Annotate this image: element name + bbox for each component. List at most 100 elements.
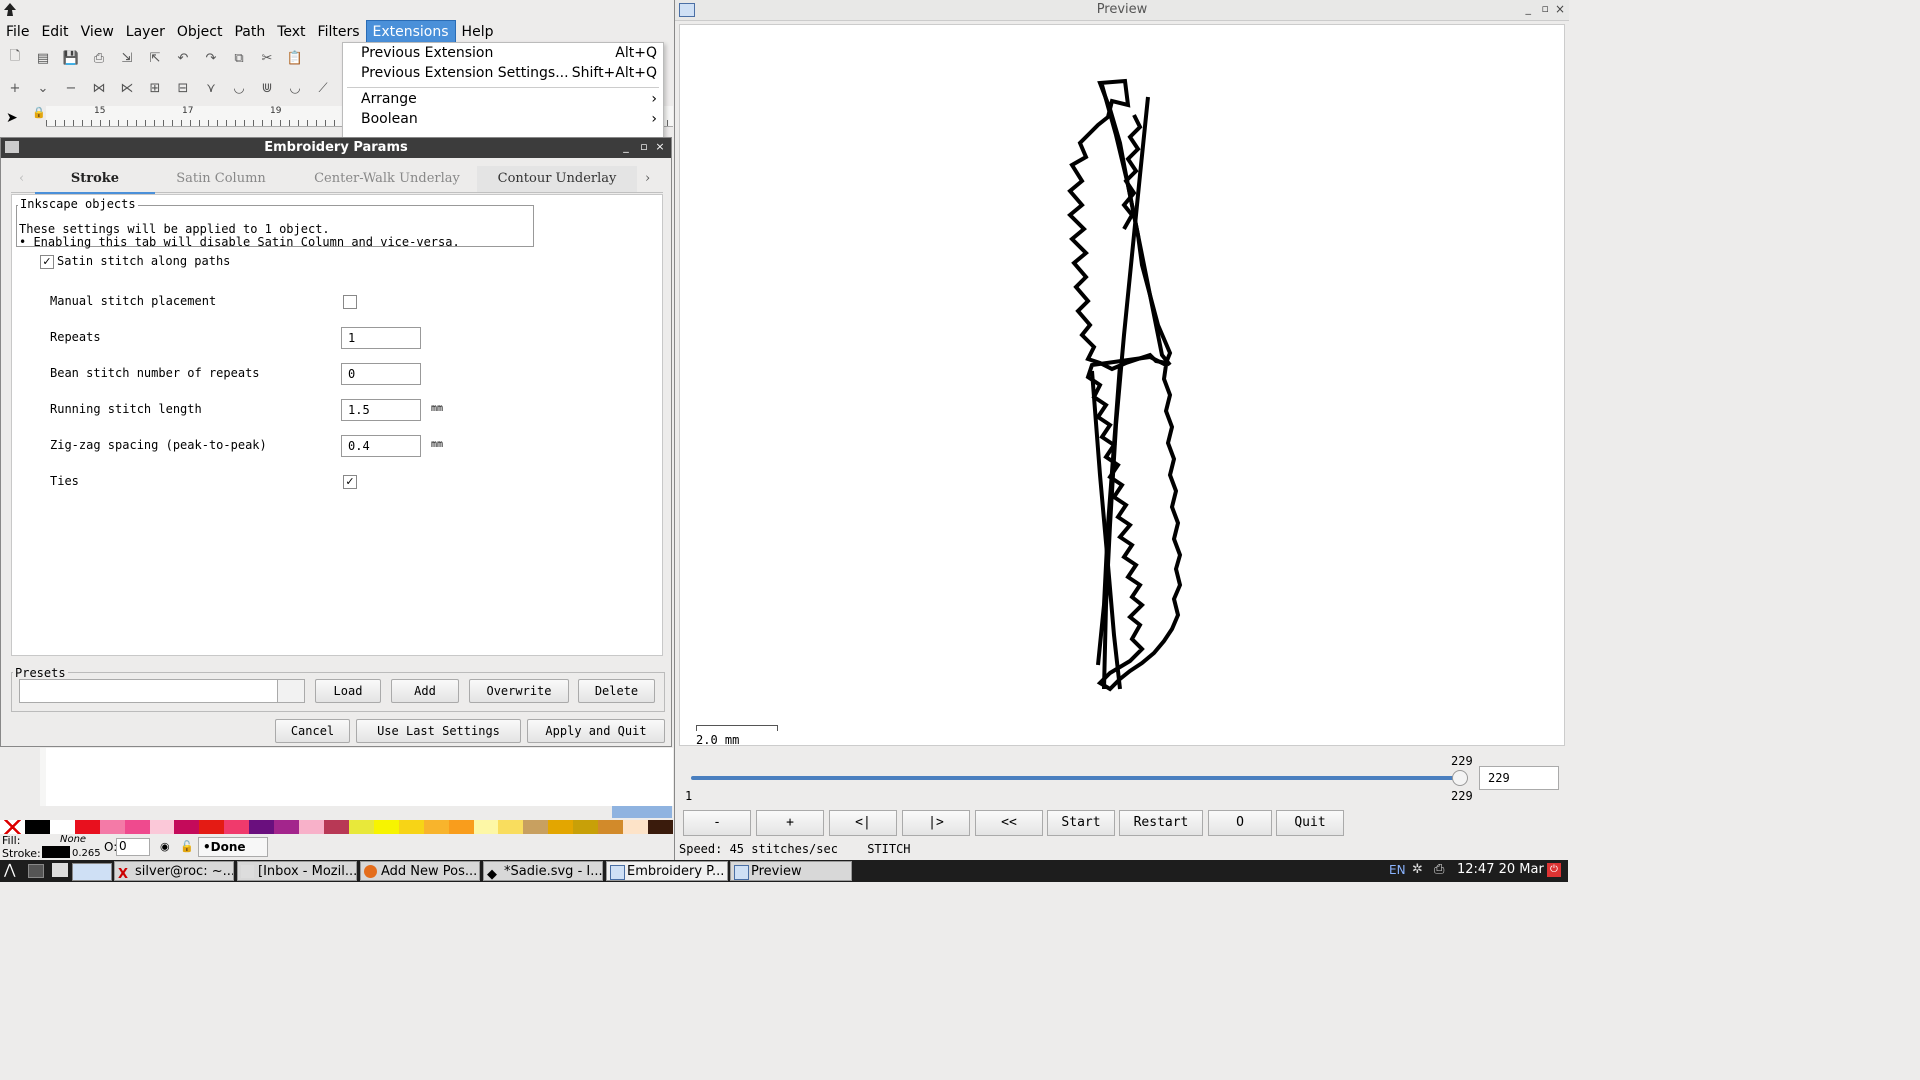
task-preview[interactable]: Preview bbox=[730, 861, 852, 881]
break-path-icon[interactable]: ⋉ bbox=[116, 77, 138, 99]
palette-swatch[interactable] bbox=[373, 820, 399, 834]
import-icon[interactable]: ⇲ bbox=[116, 47, 138, 69]
menu-object[interactable]: Object bbox=[171, 21, 229, 43]
lock-icon[interactable]: 🔒 bbox=[32, 106, 46, 119]
minimize-icon[interactable]: _ bbox=[619, 140, 633, 154]
task-thunderbird[interactable]: [Inbox - Mozil... bbox=[237, 861, 357, 881]
menu-extensions[interactable]: Extensions bbox=[365, 20, 456, 44]
network-icon[interactable]: ✲ bbox=[1412, 862, 1423, 877]
delete-preset-button[interactable]: Delete bbox=[578, 679, 655, 703]
redo-icon[interactable]: ↷ bbox=[200, 47, 222, 69]
symmetric-node-icon[interactable]: ⋓ bbox=[256, 77, 278, 99]
palette-swatch[interactable] bbox=[174, 820, 200, 834]
palette-swatch[interactable] bbox=[199, 820, 225, 834]
delete-node-icon[interactable]: − bbox=[60, 77, 82, 99]
palette-swatch[interactable] bbox=[299, 820, 324, 834]
export-icon[interactable]: ⇱ bbox=[144, 47, 166, 69]
no-paint-swatch[interactable] bbox=[0, 820, 25, 834]
palette-swatch[interactable] bbox=[348, 820, 374, 834]
palette-swatch[interactable] bbox=[647, 820, 673, 834]
lock-icon[interactable]: 🔓 bbox=[180, 840, 194, 853]
palette-swatch[interactable] bbox=[149, 820, 175, 834]
running-stitch-length-input[interactable]: 1.5 bbox=[341, 399, 421, 421]
palette-swatch[interactable] bbox=[423, 820, 449, 834]
tab-stroke[interactable]: Stroke bbox=[35, 166, 155, 194]
bean-stitch-input[interactable]: 0 bbox=[341, 363, 421, 385]
step-back-button[interactable]: <| bbox=[829, 810, 897, 836]
chevron-down-icon[interactable]: ⌄ bbox=[32, 77, 54, 99]
new-document-icon[interactable]: 🗋 bbox=[4, 47, 26, 69]
line-segment-icon[interactable]: ⟋ bbox=[312, 77, 334, 99]
step-forward-button[interactable]: |> bbox=[902, 810, 970, 836]
file-manager-launcher-icon[interactable] bbox=[52, 863, 68, 877]
restart-button[interactable]: Restart bbox=[1119, 810, 1203, 836]
paste-icon[interactable]: 📋 bbox=[284, 47, 306, 69]
cancel-button[interactable]: Cancel bbox=[275, 719, 350, 743]
maximize-icon[interactable]: ▫ bbox=[1542, 2, 1549, 15]
palette-swatch[interactable] bbox=[398, 820, 424, 834]
join-nodes-icon[interactable]: ⋈ bbox=[88, 77, 110, 99]
palette-swatch[interactable] bbox=[249, 820, 275, 834]
palette-swatch[interactable] bbox=[49, 820, 75, 834]
slower-button[interactable]: - bbox=[683, 810, 751, 836]
palette-swatch[interactable] bbox=[274, 820, 300, 834]
save-icon[interactable]: 💾 bbox=[60, 47, 82, 69]
add-preset-button[interactable]: Add bbox=[391, 679, 459, 703]
menu-filters[interactable]: Filters bbox=[312, 21, 366, 43]
ties-checkbox[interactable]: ✓ bbox=[343, 475, 357, 489]
menu-layer[interactable]: Layer bbox=[120, 21, 171, 43]
enable-tab-checkbox[interactable]: ✓ bbox=[40, 255, 54, 269]
scrollbar-thumb[interactable] bbox=[612, 806, 672, 818]
selector-tool-icon[interactable]: ➤ bbox=[6, 110, 18, 126]
stroke-swatch[interactable] bbox=[42, 846, 70, 858]
palette-swatch[interactable] bbox=[74, 820, 100, 834]
maximize-icon[interactable]: ▫ bbox=[637, 140, 651, 154]
smooth-node-icon[interactable]: ◡ bbox=[228, 77, 250, 99]
palette-swatch[interactable] bbox=[473, 820, 499, 834]
delete-segment-icon[interactable]: ⊟ bbox=[172, 77, 194, 99]
menu-help[interactable]: Help bbox=[456, 21, 500, 43]
cut-icon[interactable]: ✂ bbox=[256, 47, 278, 69]
stitch-preview-canvas[interactable]: 2.0 mm bbox=[679, 24, 1565, 747]
open-icon[interactable]: ▤ bbox=[32, 47, 54, 69]
palette-swatch[interactable] bbox=[448, 820, 474, 834]
palette-swatch[interactable] bbox=[573, 820, 599, 834]
palette-swatch[interactable] bbox=[598, 820, 624, 834]
start-button[interactable]: Start bbox=[1047, 810, 1115, 836]
minimize-icon[interactable]: _ bbox=[1526, 2, 1532, 15]
add-node-icon[interactable]: + bbox=[4, 77, 26, 99]
auto-smooth-node-icon[interactable]: ◡ bbox=[284, 77, 306, 99]
menu-view[interactable]: View bbox=[75, 21, 120, 43]
dialog-titlebar[interactable]: Embroidery Params _ ▫ × bbox=[1, 138, 671, 158]
zigzag-spacing-input[interactable]: 0.4 bbox=[341, 435, 421, 457]
palette-swatch[interactable] bbox=[99, 820, 125, 834]
menu-file[interactable]: File bbox=[0, 21, 35, 43]
preview-titlebar[interactable]: Preview _ ▫ × bbox=[675, 0, 1569, 21]
tab-satin-column[interactable]: Satin Column bbox=[161, 166, 281, 192]
tab-scroll-right-icon[interactable]: › bbox=[645, 166, 650, 192]
cusp-node-icon[interactable]: ⋎ bbox=[200, 77, 222, 99]
chevron-down-icon[interactable] bbox=[277, 680, 304, 702]
palette-swatch[interactable] bbox=[323, 820, 349, 834]
faster-button[interactable]: + bbox=[756, 810, 824, 836]
undo-icon[interactable]: ↶ bbox=[172, 47, 194, 69]
quit-button[interactable]: Quit bbox=[1276, 810, 1344, 836]
stitch-number-input[interactable]: 229 bbox=[1479, 766, 1559, 790]
opacity-spinner[interactable]: 0 bbox=[116, 838, 150, 856]
load-preset-button[interactable]: Load bbox=[315, 679, 381, 703]
layer-selector[interactable]: •Done bbox=[198, 837, 268, 857]
task-inkscape[interactable]: ◆ *Sadie.svg - I... bbox=[483, 861, 603, 881]
task-firefox[interactable]: Add New Pos... bbox=[360, 861, 480, 881]
drawing-canvas[interactable] bbox=[46, 748, 673, 806]
menu-item-arrange[interactable]: Arrange › bbox=[343, 91, 663, 111]
menu-edit[interactable]: Edit bbox=[35, 21, 74, 43]
npp-toggle-button[interactable]: O bbox=[1208, 810, 1272, 836]
menu-item-boolean[interactable]: Boolean › bbox=[343, 111, 663, 131]
power-icon[interactable]: ⏻ bbox=[1547, 863, 1561, 877]
palette-swatch[interactable] bbox=[523, 820, 549, 834]
clock[interactable]: 12:47 20 Mar bbox=[1457, 862, 1544, 877]
eye-icon[interactable]: ◉ bbox=[160, 840, 170, 853]
palette-swatch[interactable] bbox=[498, 820, 524, 834]
palette-swatch[interactable] bbox=[224, 820, 250, 834]
menu-item-previous-extension-settings[interactable]: Previous Extension Settings... Shift+Alt… bbox=[343, 65, 663, 85]
